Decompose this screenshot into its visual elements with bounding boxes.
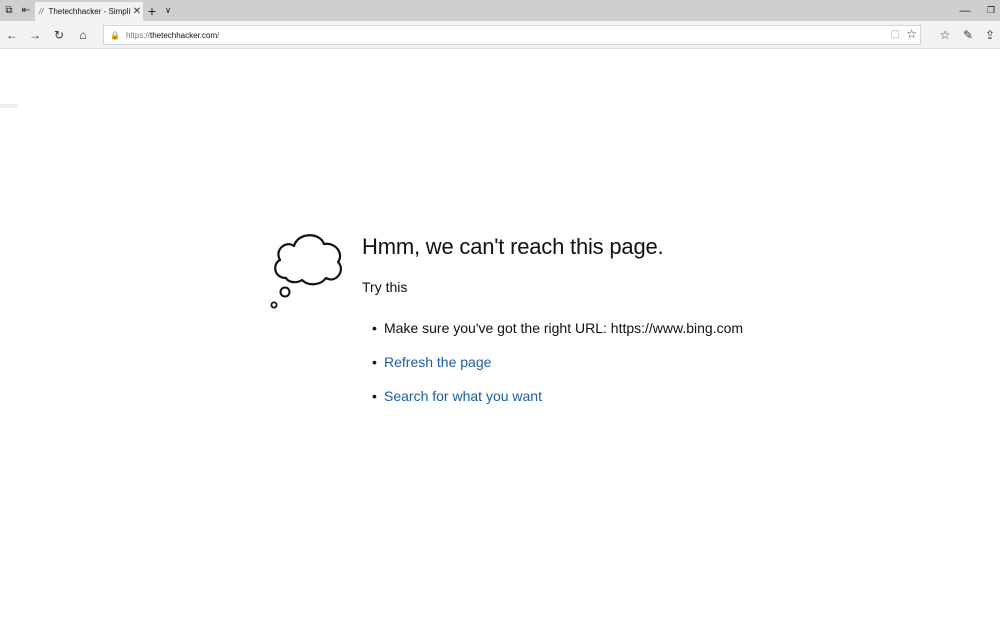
thought-cloud-icon: [270, 234, 342, 309]
back-icon[interactable]: ←: [0, 21, 24, 49]
suggestion-item: • Make sure you've got the right URL: htt…: [372, 320, 743, 336]
refresh-page-link[interactable]: Refresh the page: [384, 354, 491, 370]
bullet: •: [372, 354, 377, 370]
url-scheme: https://: [125, 30, 150, 40]
favorites-hub-icon[interactable]: ☆: [933, 21, 957, 49]
notes-pen-icon[interactable]: ✎: [956, 21, 980, 49]
tab-title: Thetechhacker - Simplif: [48, 7, 131, 16]
url-path: /: [217, 30, 220, 40]
restore-icon[interactable]: ❐: [982, 0, 1000, 21]
search-link[interactable]: Search for what you want: [384, 388, 542, 404]
site-favicon-icon: //: [39, 7, 44, 16]
suggestion-check-url: Make sure you've got the right URL: http…: [384, 320, 744, 336]
error-heading: Hmm, we can't reach this page.: [362, 234, 664, 259]
tab-list-chevron-icon[interactable]: ∨: [159, 0, 177, 21]
tabs-aside-glyph: ⧉: [5, 5, 13, 16]
hub-edge-divider: [0, 104, 18, 108]
suggestion-item: • Search for what you want: [372, 388, 542, 404]
add-favorite-star-icon[interactable]: ☆: [906, 27, 917, 41]
active-tab[interactable]: // Thetechhacker - Simplif ✕: [35, 2, 143, 21]
tabs-aside-icon[interactable]: ⧉: [0, 0, 18, 21]
lock-icon: 🔒: [110, 30, 120, 40]
close-tab-icon[interactable]: ✕: [131, 6, 143, 17]
suggestion-item: • Refresh the page: [372, 354, 491, 370]
share-icon[interactable]: ⇪: [978, 21, 1000, 49]
url-host: thetechhacker.com: [149, 30, 218, 40]
browser-toolbar: ← → ↻ ⌂ 🔒 https:// thetechhacker.com / ▢…: [0, 21, 1000, 49]
bullet: •: [372, 320, 377, 336]
refresh-icon[interactable]: ↻: [47, 21, 71, 49]
tab-strip: ⧉ ⇤ // Thetechhacker - Simplif ✕ + ∨ — ❐: [0, 0, 1000, 21]
error-subheading: Try this: [362, 279, 408, 295]
set-tabs-aside-glyph: ⇤: [21, 5, 31, 16]
bullet: •: [372, 388, 377, 404]
forward-icon[interactable]: →: [23, 21, 47, 49]
minimize-icon[interactable]: —: [956, 0, 974, 21]
address-bar[interactable]: 🔒 https:// thetechhacker.com / ▢ ☆: [103, 25, 921, 45]
set-tabs-aside-icon[interactable]: ⇤: [17, 0, 35, 21]
reading-view-icon[interactable]: ▢: [891, 29, 900, 40]
home-icon[interactable]: ⌂: [71, 21, 95, 49]
